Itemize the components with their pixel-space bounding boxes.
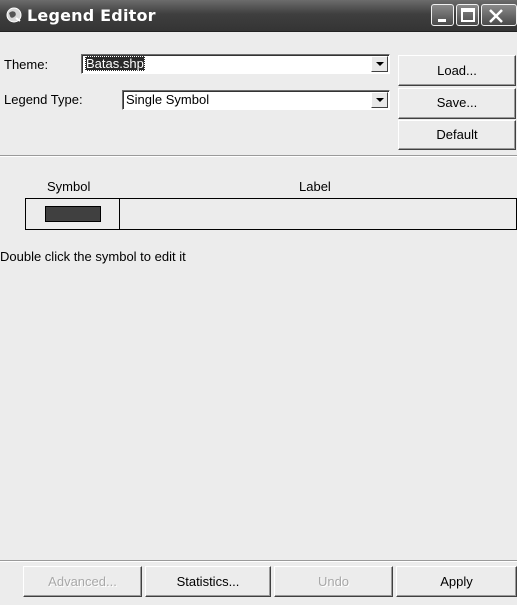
theme-label: Theme:: [4, 57, 49, 72]
statistics-button[interactable]: Statistics...: [145, 566, 271, 597]
legend-table: [25, 198, 517, 230]
save-button-label: Save...: [436, 95, 478, 110]
symbol-swatch[interactable]: [45, 206, 101, 222]
label-column-header: Label: [299, 179, 331, 194]
statistics-button-label: Statistics...: [176, 574, 240, 589]
title-bar[interactable]: Legend Editor: [0, 0, 517, 32]
column-divider: [119, 199, 120, 229]
apply-button[interactable]: Apply: [396, 566, 517, 597]
maximize-icon: [461, 8, 475, 22]
hint-text: Double click the symbol to edit it: [0, 249, 186, 264]
undo-button-label: Undo: [317, 574, 350, 589]
close-button[interactable]: [481, 4, 517, 26]
maximize-button[interactable]: [456, 4, 479, 26]
save-button[interactable]: Save...: [398, 88, 516, 119]
undo-button[interactable]: Undo: [274, 566, 393, 597]
theme-value: Batas.shp: [85, 56, 145, 71]
legend-type-select[interactable]: Single Symbol: [122, 90, 390, 110]
load-button[interactable]: Load...: [398, 55, 516, 86]
minimize-icon: [438, 19, 446, 22]
symbol-column-header: Symbol: [47, 179, 91, 194]
apply-button-label: Apply: [440, 574, 473, 589]
advanced-button[interactable]: Advanced...: [23, 566, 142, 597]
minimize-button[interactable]: [431, 4, 454, 26]
default-button[interactable]: Default: [398, 120, 516, 150]
theme-select[interactable]: Batas.shp: [81, 54, 390, 74]
separator: [0, 155, 517, 157]
chevron-down-icon[interactable]: [371, 92, 388, 108]
chevron-down-icon[interactable]: [371, 56, 388, 72]
separator: [0, 560, 517, 562]
window-title: Legend Editor: [27, 6, 156, 25]
load-button-label: Load...: [437, 63, 477, 78]
legend-type-value: Single Symbol: [126, 92, 210, 107]
close-icon: [489, 9, 503, 23]
legend-type-label: Legend Type:: [4, 92, 83, 107]
legend-editor-window: Legend Editor Theme: Batas.shp Legend Ty…: [0, 0, 517, 605]
advanced-button-label: Advanced...: [48, 574, 117, 589]
globe-icon: [6, 7, 22, 23]
default-button-label: Default: [436, 127, 478, 142]
